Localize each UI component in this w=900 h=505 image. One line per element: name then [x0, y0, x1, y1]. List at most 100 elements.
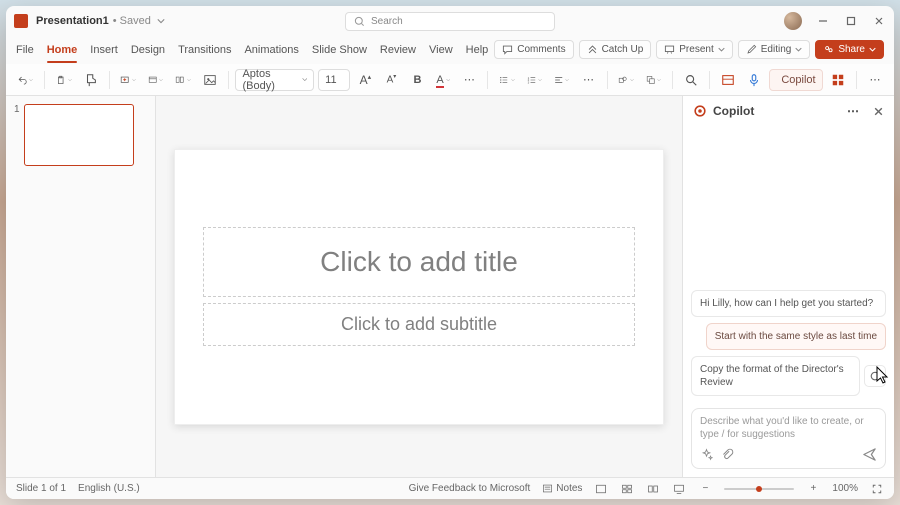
- chevron-down-icon: [302, 76, 308, 83]
- find-button[interactable]: [680, 69, 702, 91]
- notes-button[interactable]: Notes: [542, 483, 582, 494]
- tab-review[interactable]: Review: [380, 40, 416, 60]
- slide-thumbnail[interactable]: [24, 104, 134, 166]
- comments-button[interactable]: Comments: [494, 40, 573, 59]
- avatar[interactable]: [784, 12, 802, 30]
- share-icon: [823, 44, 834, 55]
- thumbnail-pane[interactable]: 1: [6, 96, 156, 477]
- more-font-button[interactable]: ⋯: [458, 69, 480, 91]
- zoom-out-button[interactable]: −: [698, 482, 712, 496]
- document-name[interactable]: Presentation1: [36, 15, 109, 27]
- chevron-down-icon: [29, 77, 33, 83]
- save-status: • Saved: [113, 15, 151, 27]
- designer-button[interactable]: [717, 69, 739, 91]
- comment-icon: [502, 44, 513, 55]
- reading-view-button[interactable]: [646, 482, 660, 496]
- copilot-ribbon-button[interactable]: Copilot: [769, 69, 824, 91]
- minimize-button[interactable]: [816, 14, 830, 28]
- catchup-icon: [587, 44, 598, 55]
- bullets-button[interactable]: [495, 69, 518, 91]
- zoom-slider[interactable]: [724, 488, 794, 490]
- editing-button[interactable]: Editing: [738, 40, 811, 59]
- search-icon: [354, 16, 365, 27]
- tab-home[interactable]: Home: [47, 40, 78, 60]
- chevron-down-icon: [538, 77, 542, 83]
- catchup-button[interactable]: Catch Up: [579, 40, 652, 59]
- notes-icon: [542, 483, 553, 494]
- present-button[interactable]: Present: [656, 40, 732, 59]
- copilot-input[interactable]: Describe what you'd like to create, or t…: [691, 408, 886, 469]
- font-size-select[interactable]: 11: [318, 69, 350, 91]
- chevron-down-icon: [869, 46, 876, 53]
- language[interactable]: English (U.S.): [78, 483, 140, 494]
- chevron-down-icon[interactable]: [157, 17, 165, 25]
- maximize-button[interactable]: [844, 14, 858, 28]
- overflow-button[interactable]: ⋯: [864, 69, 886, 91]
- zoom-in-button[interactable]: +: [806, 482, 820, 496]
- chevron-down-icon: [187, 77, 191, 83]
- chevron-down-icon: [446, 77, 451, 83]
- section-button[interactable]: [171, 69, 194, 91]
- tab-insert[interactable]: Insert: [90, 40, 118, 60]
- new-slide-button[interactable]: [116, 69, 139, 91]
- font-family-select[interactable]: Aptos (Body): [235, 69, 314, 91]
- tab-animations[interactable]: Animations: [244, 40, 298, 60]
- chevron-down-icon: [511, 77, 515, 83]
- font-color-button[interactable]: A: [432, 69, 454, 91]
- copilot-title: Copilot: [713, 104, 754, 118]
- shapes-button[interactable]: [614, 69, 637, 91]
- chevron-down-icon: [159, 77, 163, 83]
- thumb-index: 1: [14, 104, 20, 166]
- subtitle-placeholder[interactable]: Click to add subtitle: [203, 303, 635, 346]
- tab-file[interactable]: File: [16, 40, 34, 60]
- format-painter-button[interactable]: [80, 69, 102, 91]
- zoom-percent[interactable]: 100%: [832, 483, 858, 494]
- title-placeholder[interactable]: Click to add title: [203, 227, 635, 297]
- refresh-suggestions-button[interactable]: [864, 365, 886, 387]
- tab-slideshow[interactable]: Slide Show: [312, 40, 367, 60]
- tab-view[interactable]: View: [429, 40, 453, 60]
- chevron-down-icon: [565, 77, 569, 83]
- more-icon[interactable]: ⋯: [847, 104, 859, 118]
- decrease-font-button[interactable]: A▾: [380, 69, 402, 91]
- paste-button[interactable]: [52, 69, 75, 91]
- slideshow-view-button[interactable]: [672, 482, 686, 496]
- tab-design[interactable]: Design: [131, 40, 165, 60]
- fit-button[interactable]: [870, 482, 884, 496]
- suggestion-chip[interactable]: Start with the same style as last time: [706, 323, 886, 350]
- sparkle-icon[interactable]: [700, 448, 713, 461]
- add-ins-button[interactable]: [827, 69, 849, 91]
- tab-help[interactable]: Help: [466, 40, 489, 60]
- slide-count[interactable]: Slide 1 of 1: [16, 483, 66, 494]
- status-bar: Slide 1 of 1 English (U.S.) Give Feedbac…: [6, 477, 894, 499]
- slide[interactable]: Click to add title Click to add subtitle: [174, 149, 664, 425]
- present-icon: [664, 44, 675, 55]
- sorter-view-button[interactable]: [620, 482, 634, 496]
- close-button[interactable]: [872, 14, 886, 28]
- bold-button[interactable]: B: [406, 69, 428, 91]
- layout-button[interactable]: [144, 69, 167, 91]
- send-icon[interactable]: [862, 447, 877, 462]
- more-paragraph-button[interactable]: ⋯: [578, 69, 600, 91]
- suggestion-chip[interactable]: Copy the format of the Director's Review: [691, 356, 860, 396]
- feedback-link[interactable]: Give Feedback to Microsoft: [409, 483, 531, 494]
- chevron-down-icon: [795, 46, 802, 53]
- arrange-button[interactable]: [642, 69, 665, 91]
- numbering-button[interactable]: 123: [523, 69, 546, 91]
- tab-transitions[interactable]: Transitions: [178, 40, 231, 60]
- picture-button[interactable]: [199, 69, 221, 91]
- share-button[interactable]: Share: [815, 40, 884, 59]
- dictate-button[interactable]: [743, 69, 765, 91]
- app-icon: [14, 14, 28, 28]
- close-icon[interactable]: [873, 106, 884, 117]
- align-button[interactable]: [550, 69, 573, 91]
- search-placeholder: Search: [371, 16, 403, 27]
- chevron-down-icon: [657, 77, 661, 83]
- ribbon: Aptos (Body) 11 A▴ A▾ B A ⋯ 123 ⋯ Copilo…: [6, 64, 894, 96]
- normal-view-button[interactable]: [594, 482, 608, 496]
- search-input[interactable]: Search: [345, 12, 555, 31]
- increase-font-button[interactable]: A▴: [354, 69, 376, 91]
- slide-canvas[interactable]: Click to add title Click to add subtitle: [156, 96, 682, 477]
- undo-button[interactable]: [14, 69, 37, 91]
- attach-icon[interactable]: [721, 448, 734, 461]
